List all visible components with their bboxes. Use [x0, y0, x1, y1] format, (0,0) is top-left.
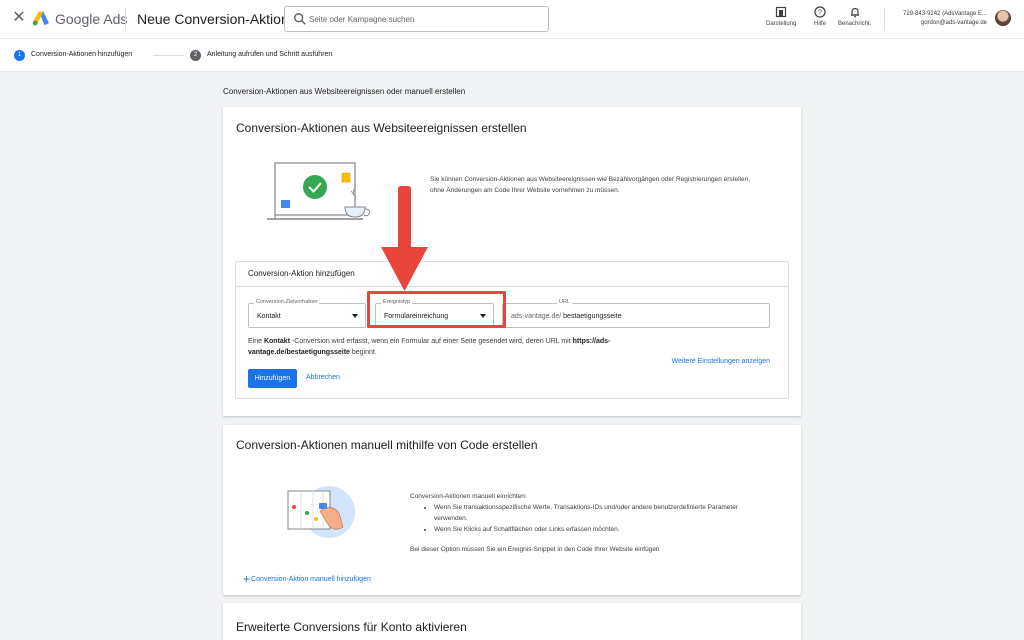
card-title: Conversion-Aktionen aus Websiteereigniss… [236, 121, 527, 135]
url-label: URL [557, 299, 573, 305]
manual-code-card: Conversion-Aktionen manuell mithilfe von… [223, 425, 801, 595]
account-info[interactable]: 729-843-9242 (AdsVantage E... gordon@ads… [890, 10, 987, 28]
list-item: Wenn Sie transaktionsspezifische Werte, … [434, 502, 770, 524]
close-icon[interactable]: ✕ [11, 10, 27, 26]
step-2-label[interactable]: Anleitung aufrufen und Schritt ausführen [207, 51, 332, 58]
search-input[interactable] [309, 11, 544, 28]
step-2-number: 2 [190, 50, 201, 61]
more-settings-link[interactable]: Weitere Einstellungen anzeigen [672, 358, 770, 365]
google-ads-logo [32, 11, 49, 26]
manual-bullets: Wenn Sie transaktionsspezifische Werte, … [410, 502, 770, 535]
appearance-button[interactable]: Darstellung [766, 6, 796, 27]
top-app-bar: ✕ Google Ads Neue Conversion-Aktion Dars… [0, 0, 1024, 38]
help-label: Hilfe [814, 21, 827, 27]
manual-intro: Conversion-Aktionen manuell einrichten: [410, 493, 527, 500]
highlight-box [367, 291, 506, 328]
stepper: 1 Conversion-Aktionen hinzufügen 2 Anlei… [0, 38, 1024, 72]
svg-text:?: ? [818, 10, 822, 17]
goal-select-label: Conversion-Zielvorhaben [254, 299, 320, 305]
divider [125, 8, 126, 30]
section-heading: Conversion-Aktionen aus Websiteereigniss… [223, 87, 466, 96]
down-arrow-icon [381, 186, 428, 291]
card-title: Conversion-Aktionen manuell mithilfe von… [236, 438, 538, 452]
conversion-explanation: Eine Kontakt -Conversion wird erfasst, w… [248, 338, 611, 356]
cancel-button[interactable]: Abbrechen [306, 374, 340, 381]
goal-select[interactable]: Conversion-Zielvorhaben Kontakt [248, 299, 366, 328]
notifications-button[interactable]: Benachricht. [838, 6, 871, 27]
add-manual-label: Conversion-Aktion manuell hinzufügen [251, 576, 371, 583]
add-button[interactable]: Hinzufügen [248, 369, 297, 388]
notifications-label: Benachricht. [838, 21, 872, 27]
step-1-label[interactable]: Conversion-Aktionen hinzufügen [31, 51, 132, 58]
enhanced-conversions-card: Erweiterte Conversions für Konto aktivie… [223, 603, 801, 640]
list-item: Wenn Sie Klicks auf Schaltflächen oder L… [434, 524, 770, 535]
help-button[interactable]: ? Hilfe [814, 6, 826, 27]
account-id: 729-843-9242 (AdsVantage E... [903, 11, 987, 17]
divider [884, 8, 885, 30]
appearance-icon [776, 6, 787, 18]
bell-icon [850, 7, 859, 18]
help-icon: ? [814, 6, 826, 18]
plus-icon: + [243, 572, 251, 586]
url-field[interactable]: URL ads-vantage.de/ bestaetigungsseite [502, 299, 770, 328]
manual-note: Bei dieser Option müssen Sie ein Ereigni… [410, 546, 660, 553]
account-email: gordon@ads-vantage.de [920, 20, 987, 26]
step-connector [153, 55, 184, 56]
goal-name: Kontakt [263, 338, 291, 345]
url-path: bestaetigungsseite [563, 313, 622, 320]
goal-select-value: Kontakt [257, 313, 281, 320]
appearance-label: Darstellung [766, 21, 797, 27]
dropdown-arrow-icon [352, 314, 358, 318]
card-title: Erweiterte Conversions für Konto aktivie… [236, 620, 467, 634]
divider [236, 286, 788, 287]
avatar[interactable] [995, 10, 1011, 26]
search-box[interactable] [284, 6, 549, 32]
url-prefix: ads-vantage.de/ [511, 313, 562, 320]
website-events-description: Sie können Conversion-Aktionen aus Websi… [430, 176, 751, 194]
add-conversion-form: Conversion-Aktion hinzufügen Conversion-… [235, 261, 789, 399]
website-events-card: Conversion-Aktionen aus Websiteereigniss… [223, 107, 801, 416]
add-manual-conversion-link[interactable]: +Conversion-Aktion manuell hinzufügen [243, 572, 371, 586]
brand-name: Google Ads [55, 11, 128, 27]
url-value: ads-vantage.de/ bestaetigungsseite [511, 313, 622, 320]
website-illustration [267, 162, 370, 220]
step-1-number: 1 [14, 50, 25, 61]
form-title: Conversion-Aktion hinzufügen [248, 269, 355, 278]
manual-code-illustration [287, 486, 355, 538]
manual-description: Conversion-Aktionen manuell einrichten: … [410, 491, 770, 555]
search-icon [294, 13, 306, 25]
page-title: Neue Conversion-Aktion [137, 11, 289, 27]
